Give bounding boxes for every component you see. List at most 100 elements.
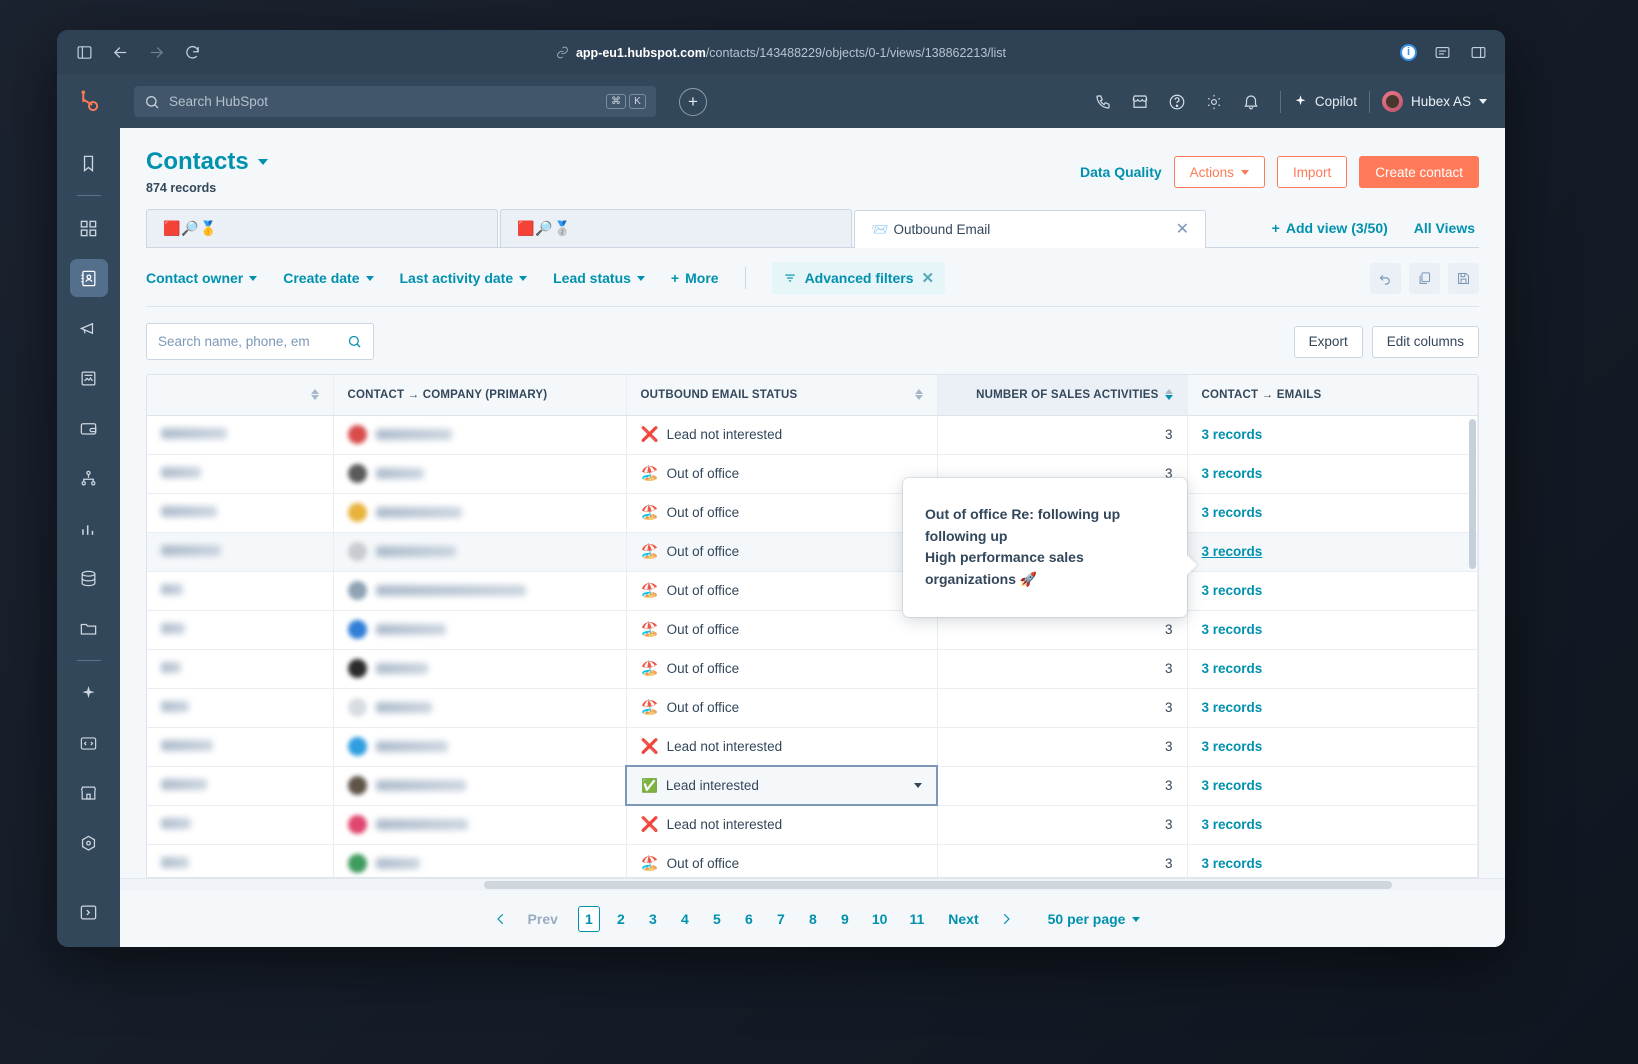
cell-emails[interactable]: 3 records <box>1187 415 1478 455</box>
table-row[interactable]: 🏖️Out of office3 3 records <box>147 649 1478 689</box>
cell-company[interactable] <box>333 571 627 611</box>
emails-records-link[interactable]: 3 records <box>1202 739 1263 754</box>
advanced-filters-button[interactable]: Advanced filters ✕ <box>771 262 946 294</box>
table-row[interactable]: 🏖️Out of office3 3 records <box>147 844 1478 877</box>
close-icon[interactable]: ✕ <box>922 269 935 287</box>
save-view-button[interactable] <box>1448 262 1479 294</box>
cell-contact-name[interactable] <box>147 805 334 845</box>
cell-contact-name[interactable] <box>147 532 334 572</box>
cell-emails[interactable]: 3 records <box>1187 766 1478 806</box>
cell-outbound-email-status[interactable]: ❌ Lead not interested <box>626 415 938 455</box>
clone-view-button[interactable] <box>1409 262 1440 294</box>
sidebar-item-contacts[interactable] <box>69 259 108 297</box>
marketplace-icon[interactable] <box>1123 85 1157 119</box>
cell-outbound-email-status[interactable]: ❌ Lead not interested <box>626 727 938 767</box>
cell-outbound-email-status[interactable]: 🏖️ Out of office <box>626 610 938 650</box>
page-3-button[interactable]: 3 <box>642 906 664 932</box>
filter-create-date[interactable]: Create date <box>283 270 374 286</box>
cell-company[interactable] <box>333 610 627 650</box>
table-row[interactable]: 🏖️Out of office33 records <box>147 688 1478 728</box>
cell-outbound-email-status[interactable]: 🏖️ Out of office <box>626 844 938 877</box>
sort-icon-active[interactable] <box>1164 389 1173 401</box>
split-view-icon[interactable] <box>1467 42 1489 64</box>
cell-sales-activities[interactable]: 3 <box>937 766 1188 806</box>
chevron-down-icon[interactable] <box>914 783 922 788</box>
page-11-button[interactable]: 11 <box>903 906 930 932</box>
cell-emails[interactable]: 3 records <box>1187 844 1478 877</box>
page-5-button[interactable]: 5 <box>706 906 728 932</box>
create-contact-button[interactable]: Create contact <box>1359 156 1479 188</box>
cell-emails[interactable]: 3 records <box>1187 493 1478 533</box>
cell-emails[interactable]: 3 records <box>1187 805 1478 845</box>
cell-outbound-email-status[interactable]: 🏖️ Out of office <box>626 649 938 689</box>
emails-records-link[interactable]: 3 records <box>1202 661 1263 676</box>
scroll-thumb[interactable] <box>484 881 1392 889</box>
column-select[interactable] <box>147 375 334 416</box>
sidebar-expand-button[interactable] <box>70 893 108 931</box>
info-icon[interactable]: i <box>1400 44 1417 61</box>
back-icon[interactable] <box>109 42 131 64</box>
table-horizontal-scrollbar[interactable] <box>120 878 1505 891</box>
cell-company[interactable] <box>333 805 627 845</box>
page-8-button[interactable]: 8 <box>802 906 824 932</box>
cell-contact-name[interactable] <box>147 415 334 455</box>
gear-icon[interactable] <box>1197 85 1231 119</box>
export-button[interactable]: Export <box>1293 325 1363 358</box>
cell-sales-activities[interactable]: 3 <box>937 805 1188 845</box>
cell-emails[interactable]: 3 records <box>1187 649 1478 689</box>
cell-company[interactable] <box>333 415 627 455</box>
emails-records-link[interactable]: 3 records <box>1202 583 1263 598</box>
table-row[interactable]: 🏖️Out of office33 records <box>147 493 1478 533</box>
column-emails[interactable]: CONTACT → EMAILS <box>1187 375 1478 416</box>
sidebar-item-content[interactable] <box>70 359 108 397</box>
per-page-selector[interactable]: 50 per page <box>1048 911 1141 927</box>
reader-icon[interactable] <box>1431 42 1453 64</box>
sidebar-item-workspaces[interactable] <box>70 209 108 247</box>
emails-records-link[interactable]: 3 records <box>1202 856 1263 871</box>
cell-sales-activities[interactable]: 3 <box>937 844 1188 877</box>
table-row[interactable]: ✅ Lead interested 3 3 records <box>147 765 1478 806</box>
add-view-button[interactable]: + Add view (3/50) <box>1272 220 1388 236</box>
sidebar-item-reporting[interactable] <box>70 509 108 547</box>
search-input[interactable] <box>158 334 339 349</box>
sidebar-item-data-management[interactable] <box>70 559 108 597</box>
cell-company[interactable] <box>333 649 627 689</box>
sidebar-item-automation[interactable] <box>70 459 108 497</box>
cell-contact-name[interactable] <box>147 649 334 689</box>
column-sales-activities[interactable]: NUMBER OF SALES ACTIVITIES <box>937 375 1188 416</box>
sidebar-item-commerce[interactable] <box>70 409 108 447</box>
cell-contact-name[interactable] <box>147 493 334 533</box>
all-views-link[interactable]: All Views <box>1414 220 1475 236</box>
filter-lead-status[interactable]: Lead status <box>553 270 645 286</box>
page-10-button[interactable]: 10 <box>866 906 894 932</box>
cell-sales-activities[interactable]: 3 <box>937 649 1188 689</box>
help-icon[interactable] <box>1160 85 1194 119</box>
actions-button[interactable]: Actions <box>1173 156 1265 188</box>
view-tab-1[interactable]: 🟥🔎🥇 <box>146 209 498 247</box>
table-row[interactable]: 🏖️Out of office33 records <box>147 454 1478 494</box>
address-bar[interactable]: app-eu1.hubspot.com/contacts/143488229/o… <box>556 46 1006 60</box>
table-row[interactable]: 🏖️Out of office33 records <box>147 610 1478 650</box>
forward-icon[interactable] <box>145 42 167 64</box>
sidebar-item-library[interactable] <box>70 609 108 647</box>
cell-contact-name[interactable] <box>147 571 334 611</box>
cell-sales-activities[interactable]: 3 <box>937 727 1188 767</box>
cell-outbound-email-status[interactable]: 🏖️ Out of office <box>626 493 938 533</box>
table-vertical-scrollbar[interactable] <box>1469 419 1476 569</box>
cell-outbound-email-status[interactable]: ❌ Lead not interested <box>626 805 938 845</box>
cell-emails[interactable]: 3 records <box>1187 571 1478 611</box>
hubspot-logo-icon[interactable] <box>57 89 120 115</box>
filter-last-activity-date[interactable]: Last activity date <box>400 270 528 286</box>
prev-arrow-icon[interactable] <box>485 910 517 928</box>
emails-records-link[interactable]: 3 records <box>1202 778 1263 793</box>
sidebar-item-bookmarks[interactable] <box>70 144 108 182</box>
cell-company[interactable] <box>333 727 627 767</box>
column-outbound-email-status[interactable]: OUTBOUND EMAIL STATUS <box>626 375 938 416</box>
calling-icon[interactable] <box>1086 85 1120 119</box>
data-quality-link[interactable]: Data Quality <box>1080 164 1162 180</box>
sidebar-item-developer[interactable] <box>70 724 108 762</box>
more-filters-button[interactable]: + More <box>671 270 719 286</box>
cell-contact-name[interactable] <box>147 727 334 767</box>
view-tab-2[interactable]: 🟥🔎🥈 <box>500 209 852 247</box>
table-row[interactable]: ❌ Lead not interested 3 3 records <box>147 805 1478 845</box>
